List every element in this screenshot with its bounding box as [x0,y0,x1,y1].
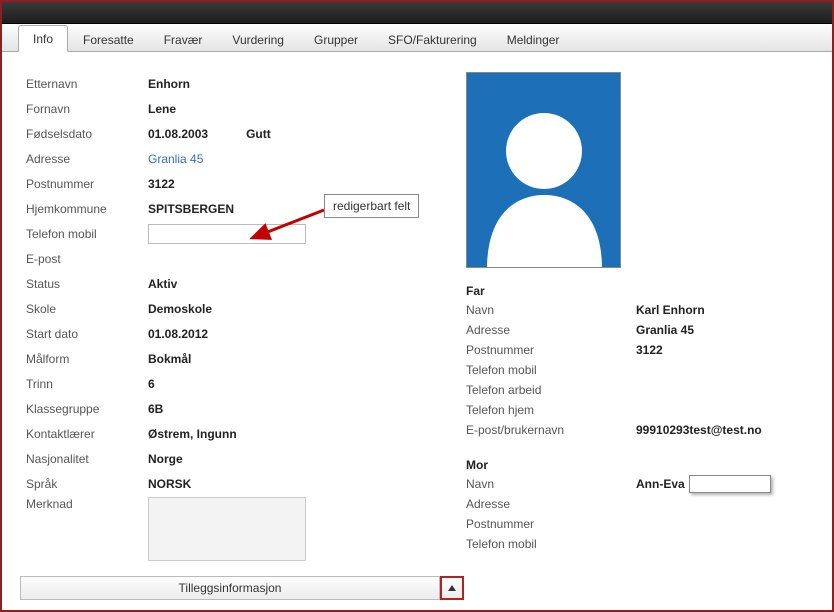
mor-section: Mor Navn Ann-Eva Adresse Postnummer Tele… [466,458,796,554]
student-window: Info Foresatte Fravær Vurdering Grupper … [0,0,834,612]
mor-input-navn[interactable] [689,475,771,493]
tab-info[interactable]: Info [18,25,68,52]
mor-label-telefon-mobil: Telefon mobil [466,537,636,551]
label-merknad: Merknad [26,497,148,511]
far-label-telefon-hjem: Telefon hjem [466,403,636,417]
right-column: Far Navn Karl Enhorn Adresse Granlia 45 … [466,72,796,554]
label-trinn: Trinn [26,377,148,391]
chevron-up-icon [448,585,456,591]
value-kjonn: Gutt [246,127,271,141]
far-label-epost: E-post/brukernavn [466,423,636,437]
label-postnummer: Postnummer [26,177,148,191]
student-photo [466,72,621,268]
far-title: Far [466,284,796,298]
label-spraak: Språk [26,477,148,491]
far-value-epost: 99910293test@test.no [636,423,762,437]
far-label-navn: Navn [466,303,636,317]
label-kontaktlaerer: Kontaktlærer [26,427,148,441]
value-fodselsdato: 01.08.2003 [148,127,208,141]
label-fornavn: Fornavn [26,102,148,116]
input-telefon-mobil[interactable] [148,224,306,244]
tab-meldinger[interactable]: Meldinger [492,26,575,52]
tilleggsinformasjon-button[interactable]: Tilleggsinformasjon [20,576,440,600]
value-adresse[interactable]: Granlia 45 [148,152,203,166]
window-titlebar [2,2,832,24]
mor-label-navn: Navn [466,477,636,491]
tab-foresatte[interactable]: Foresatte [68,26,149,52]
label-nasjonalitet: Nasjonalitet [26,452,148,466]
label-start-dato: Start dato [26,327,148,341]
far-value-postnummer: 3122 [636,343,663,357]
label-klassegruppe: Klassegruppe [26,402,148,416]
far-label-telefon-arbeid: Telefon arbeid [466,383,636,397]
far-label-telefon-mobil: Telefon mobil [466,363,636,377]
value-skole: Demoskole [148,302,212,316]
student-details: Etternavn Enhorn Fornavn Lene Fødselsdat… [26,72,466,562]
far-label-adresse: Adresse [466,323,636,337]
label-hjemkommune: Hjemkommune [26,202,148,216]
label-status: Status [26,277,148,291]
mor-value-navn: Ann-Eva [636,477,685,491]
far-section: Far Navn Karl Enhorn Adresse Granlia 45 … [466,284,796,440]
value-hjemkommune: SPITSBERGEN [148,202,234,216]
tab-vurdering[interactable]: Vurdering [217,26,299,52]
label-fodselsdato: Fødselsdato [26,127,148,141]
value-trinn: 6 [148,377,155,391]
far-value-adresse: Granlia 45 [636,323,694,337]
value-start-dato: 01.08.2012 [148,327,208,341]
avatar-icon [467,73,621,268]
label-maalform: Målform [26,352,148,366]
value-postnummer: 3122 [148,177,175,191]
far-value-navn: Karl Enhorn [636,303,705,317]
tab-grupper[interactable]: Grupper [299,26,373,52]
label-telefon-mobil: Telefon mobil [26,227,148,241]
value-spraak: NORSK [148,477,191,491]
value-maalform: Bokmål [148,352,191,366]
label-adresse: Adresse [26,152,148,166]
annotation-tooltip: redigerbart felt [324,194,419,218]
mor-label-adresse: Adresse [466,497,636,511]
label-etternavn: Etternavn [26,77,148,91]
tab-fravaer[interactable]: Fravær [149,26,218,52]
far-label-postnummer: Postnummer [466,343,636,357]
mor-label-postnummer: Postnummer [466,517,636,531]
value-fornavn: Lene [148,102,176,116]
value-klassegruppe: 6B [148,402,163,416]
mor-title: Mor [466,458,796,472]
value-nasjonalitet: Norge [148,452,183,466]
tab-strip: Info Foresatte Fravær Vurdering Grupper … [2,24,832,52]
tilleggsinformasjon-toggle[interactable] [440,576,464,600]
value-kontaktlaerer: Østrem, Ingunn [148,427,237,441]
content-area: Etternavn Enhorn Fornavn Lene Fødselsdat… [2,54,832,610]
value-status: Aktiv [148,277,177,291]
tab-sfo[interactable]: SFO/Fakturering [373,26,492,52]
label-epost: E-post [26,252,148,266]
label-skole: Skole [26,302,148,316]
input-merknad[interactable] [148,497,306,561]
value-etternavn: Enhorn [148,77,190,91]
